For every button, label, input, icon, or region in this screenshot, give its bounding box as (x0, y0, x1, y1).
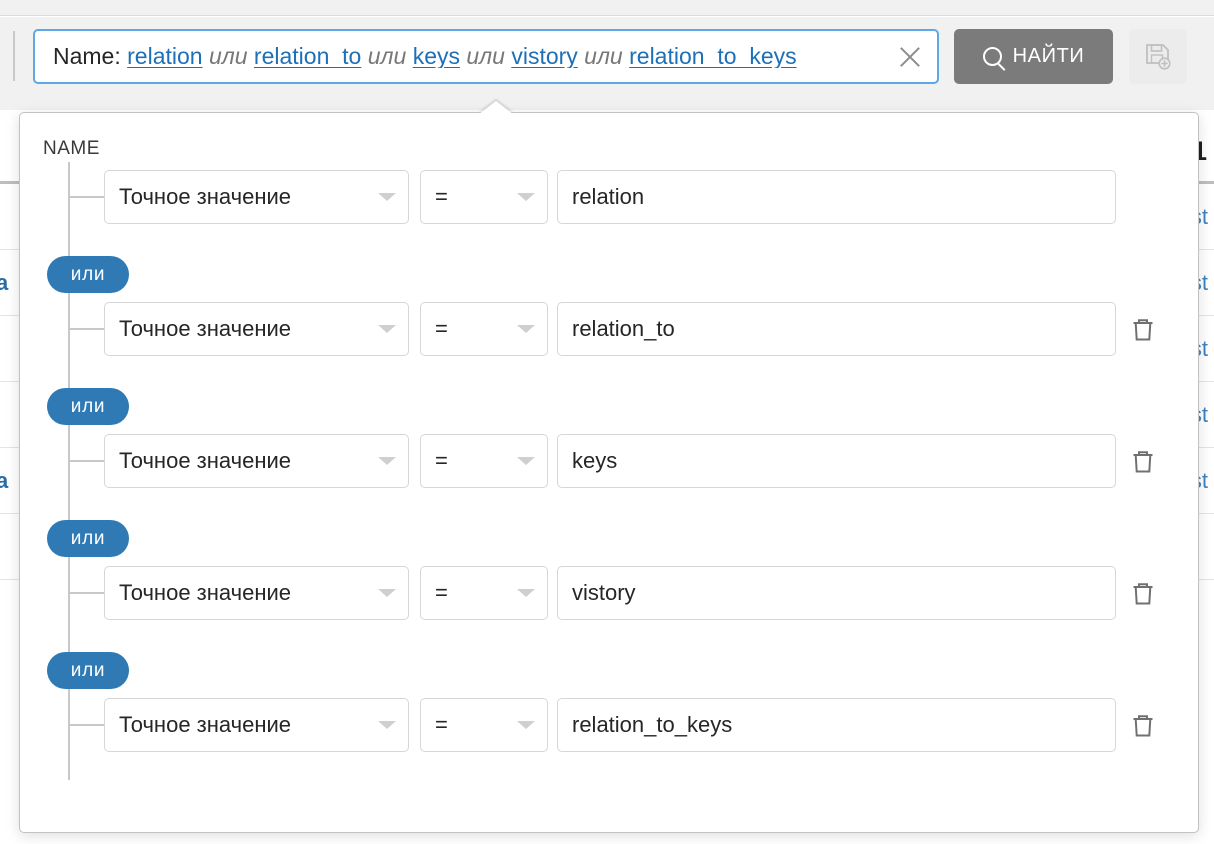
operator-select[interactable]: = (420, 302, 548, 356)
condition-value-input[interactable] (557, 302, 1116, 356)
tree-branch (69, 592, 104, 594)
or-operator-label: или (71, 396, 105, 418)
or-operator-pill[interactable]: или (47, 652, 129, 689)
toolbar-divider (13, 31, 15, 81)
chevron-down-icon (378, 721, 396, 729)
delete-condition-button[interactable] (1128, 711, 1158, 741)
chevron-down-icon (378, 193, 396, 201)
operator-select[interactable]: = (420, 434, 548, 488)
chevron-down-icon (517, 589, 535, 597)
trash-icon (1132, 318, 1154, 342)
operator-select[interactable]: = (420, 566, 548, 620)
operator-value: = (435, 580, 448, 606)
delete-condition-button[interactable] (1128, 315, 1158, 345)
search-term[interactable]: relation_to_keys (629, 45, 797, 68)
trash-icon (1132, 450, 1154, 474)
chevron-down-icon (517, 721, 535, 729)
delete-condition-button[interactable] (1128, 447, 1158, 477)
tree-branch (69, 328, 104, 330)
save-query-button[interactable] (1129, 29, 1187, 84)
chevron-down-icon (378, 589, 396, 597)
table-cell-left[interactable]: a (0, 468, 8, 494)
close-icon[interactable] (895, 42, 925, 72)
field-name-label: NAME (43, 138, 100, 160)
chevron-down-icon (378, 457, 396, 465)
find-button-label: НАЙТИ (1013, 45, 1085, 68)
or-operator-pill[interactable]: или (47, 256, 129, 293)
match-type-value: Точное значение (119, 448, 291, 474)
condition-value-input[interactable] (557, 698, 1116, 752)
operator-value: = (435, 712, 448, 738)
find-button[interactable]: НАЙТИ (954, 29, 1113, 84)
trash-icon (1132, 582, 1154, 606)
match-type-select[interactable]: Точное значение (104, 170, 409, 224)
search-term[interactable]: vistory (511, 45, 577, 68)
operator-select[interactable]: = (420, 170, 548, 224)
search-query-text: Name: relation или relation_to или keys … (53, 45, 889, 68)
search-term[interactable]: relation_to (254, 45, 361, 68)
match-type-value: Точное значение (119, 184, 291, 210)
search-or-word: или (584, 45, 623, 68)
condition-row: Точное значение = (20, 698, 1200, 752)
delete-condition-button[interactable] (1128, 579, 1158, 609)
or-operator-label: или (71, 528, 105, 550)
operator-select[interactable]: = (420, 698, 548, 752)
operator-value: = (435, 184, 448, 210)
match-type-select[interactable]: Точное значение (104, 698, 409, 752)
search-icon (983, 47, 1002, 66)
match-type-select[interactable]: Точное значение (104, 434, 409, 488)
or-operator-pill[interactable]: или (47, 520, 129, 557)
condition-value-input[interactable] (557, 434, 1116, 488)
condition-row: Точное значение = (20, 566, 1200, 620)
condition-row: Точное значение = (20, 302, 1200, 356)
chevron-down-icon (517, 457, 535, 465)
search-field-label: Name: (53, 45, 121, 68)
match-type-select[interactable]: Точное значение (104, 302, 409, 356)
search-term[interactable]: keys (413, 45, 460, 68)
or-operator-label: или (71, 264, 105, 286)
search-or-word: или (466, 45, 505, 68)
chevron-down-icon (517, 325, 535, 333)
match-type-value: Точное значение (119, 316, 291, 342)
popup-caret (479, 101, 513, 114)
search-term[interactable]: relation (127, 45, 202, 68)
match-type-select[interactable]: Точное значение (104, 566, 409, 620)
operator-value: = (435, 448, 448, 474)
match-type-value: Точное значение (119, 580, 291, 606)
table-cell-left[interactable]: a (0, 270, 8, 296)
search-or-word: или (209, 45, 248, 68)
trash-icon (1132, 714, 1154, 738)
condition-value-input[interactable] (557, 566, 1116, 620)
chevron-down-icon (517, 193, 535, 201)
operator-value: = (435, 316, 448, 342)
tree-branch (69, 724, 104, 726)
save-query-icon (1145, 43, 1171, 71)
condition-value-input[interactable] (557, 170, 1116, 224)
search-or-word: или (368, 45, 407, 68)
background-toolbar (0, 0, 1214, 16)
tree-branch (69, 196, 104, 198)
or-operator-pill[interactable]: или (47, 388, 129, 425)
match-type-value: Точное значение (119, 712, 291, 738)
or-operator-label: или (71, 660, 105, 682)
condition-row: Точное значение = (20, 170, 1200, 224)
condition-row: Точное значение = (20, 434, 1200, 488)
search-input[interactable]: Name: relation или relation_to или keys … (33, 29, 939, 84)
tree-branch (69, 460, 104, 462)
filter-builder-popup: NAME Точное значение = или Точное значен… (19, 112, 1199, 833)
chevron-down-icon (378, 325, 396, 333)
